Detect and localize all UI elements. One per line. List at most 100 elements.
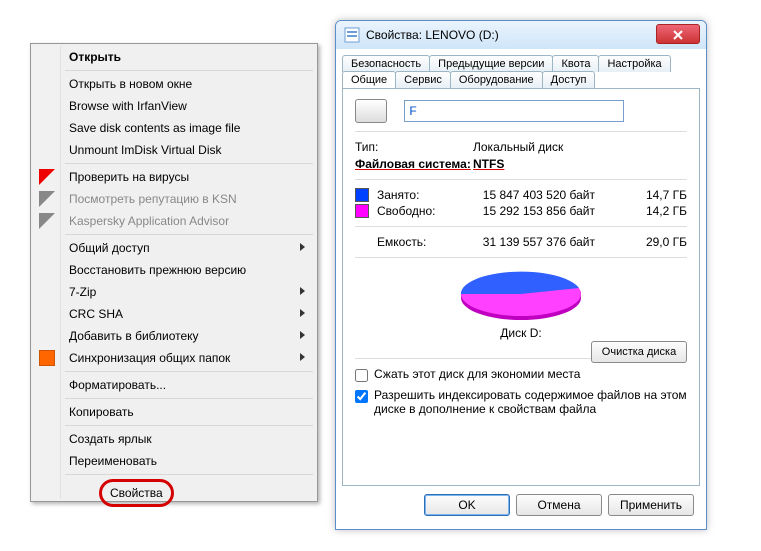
disk-cleanup-button[interactable]: Очистка диска [591,341,687,363]
menu-item[interactable]: Форматировать... [33,374,315,396]
used-bytes: 15 847 403 520 байт [455,188,595,202]
menu-item-label: Save disk contents as image file [69,121,240,135]
close-icon [673,30,683,40]
tab-Настройка[interactable]: Настройка [598,55,670,72]
submenu-arrow-icon [300,331,305,339]
capacity-gb: 29,0 ГБ [595,235,687,249]
menu-item[interactable]: Проверить на вирусы [33,166,315,188]
menu-item-label: Добавить в библиотеку [69,329,199,343]
capacity-bytes: 31 139 557 376 байт [455,235,595,249]
menu-separator [65,398,313,399]
used-gb: 14,7 ГБ [595,188,687,202]
menu-item-label: Проверить на вирусы [69,170,189,184]
submenu-arrow-icon [300,243,305,251]
tab-Сервис[interactable]: Сервис [395,71,451,88]
menu-item-label: Копировать [69,405,134,419]
free-bytes: 15 292 153 856 байт [455,204,595,218]
free-gb: 14,2 ГБ [595,204,687,218]
window-body: БезопасностьПредыдущие версииКвотаНастро… [342,55,700,523]
menu-item-label: Общий доступ [69,241,150,255]
compress-row: Сжать этот диск для экономии места [355,367,687,382]
menu-item[interactable]: Открыть [33,46,315,68]
tab-Безопасность[interactable]: Безопасность [342,55,430,72]
properties-icon [344,27,360,43]
tabs: БезопасностьПредыдущие версииКвотаНастро… [342,55,700,486]
index-row: Разрешить индексировать содержимое файло… [355,388,687,416]
menu-item-label: CRC SHA [69,307,123,321]
tab-Оборудование[interactable]: Оборудование [450,71,543,88]
dialog-buttons: OK Отмена Применить [342,486,700,516]
free-swatch [355,204,369,218]
apply-button[interactable]: Применить [608,494,694,516]
disk-usage-pie [446,266,596,324]
row-filesystem: Файловая система: NTFS [355,157,687,171]
type-value: Локальный диск [473,140,687,154]
menu-item[interactable]: Открыть в новом окне [33,73,315,95]
menu-item[interactable]: Синхронизация общих папок [33,347,315,369]
menu-item[interactable]: Копировать [33,401,315,423]
cancel-button[interactable]: Отмена [516,494,602,516]
compress-label: Сжать этот диск для экономии места [374,367,580,381]
used-label: Занято: [377,188,455,202]
used-swatch [355,188,369,202]
filesystem-value: NTFS [473,157,687,171]
menu-item[interactable]: CRC SHA [33,303,315,325]
drive-icon [355,99,387,123]
submenu-arrow-icon [300,353,305,361]
menu-separator [65,371,313,372]
kg-icon [39,191,55,207]
menu-item[interactable]: Переименовать [33,450,315,472]
disk-label: Диск D: [355,326,687,340]
menu-separator [65,163,313,164]
menu-item-label: Browse with IrfanView [69,99,187,113]
menu-item[interactable]: Unmount ImDisk Virtual Disk [33,139,315,161]
row-free: Свободно: 15 292 153 856 байт 14,2 ГБ [355,204,687,218]
tab-Доступ[interactable]: Доступ [542,71,596,88]
menu-item-properties[interactable]: Свойства [33,477,315,499]
submenu-arrow-icon [300,309,305,317]
filesystem-label: Файловая система: [355,157,473,171]
menu-separator [65,234,313,235]
compress-checkbox[interactable] [355,369,368,382]
volume-name-input[interactable] [404,100,624,122]
properties-window: Свойства: LENOVO (D:) БезопасностьПредыд… [335,20,707,530]
menu-item-label: Переименовать [69,454,157,468]
context-menu: Открыть Открыть в новом окне Browse with I… [30,43,318,502]
row-capacity: Емкость: 31 139 557 376 байт 29,0 ГБ [355,235,687,249]
menu-item[interactable]: Save disk contents as image file [33,117,315,139]
menu-item[interactable]: Browse with IrfanView [33,95,315,117]
capacity-label: Емкость: [377,235,455,249]
k-icon [39,169,55,185]
menu-item-label: Создать ярлык [69,432,152,446]
ok-button[interactable]: OK [424,494,510,516]
tab-panel-general: Тип: Локальный диск Файловая система: NT… [342,88,700,486]
s-icon [39,350,55,366]
row-used: Занято: 15 847 403 520 байт 14,7 ГБ [355,188,687,202]
menu-item-label: Unmount ImDisk Virtual Disk [69,143,221,157]
kg-icon [39,213,55,229]
tab-Общие[interactable]: Общие [342,71,396,88]
menu-item: Посмотреть репутацию в KSN [33,188,315,210]
index-checkbox[interactable] [355,390,368,403]
usage-table: Занято: 15 847 403 520 байт 14,7 ГБ Своб… [355,188,687,249]
submenu-arrow-icon [300,287,305,295]
titlebar[interactable]: Свойства: LENOVO (D:) [336,21,706,49]
tab-Квота[interactable]: Квота [552,55,599,72]
close-button[interactable] [656,24,700,44]
row-type: Тип: Локальный диск [355,140,687,154]
menu-item[interactable]: 7-Zip [33,281,315,303]
tab-Предыдущие версии[interactable]: Предыдущие версии [429,55,553,72]
menu-item[interactable]: Добавить в библиотеку [33,325,315,347]
menu-item-label: Восстановить прежнюю версию [69,263,246,277]
menu-item-label: Открыть [69,50,121,64]
index-label: Разрешить индексировать содержимое файло… [374,388,687,416]
menu-item[interactable]: Создать ярлык [33,428,315,450]
menu-item[interactable]: Общий доступ [33,237,315,259]
menu-item-label: Форматировать... [69,378,166,392]
menu-item-label: Kaspersky Application Advisor [69,214,229,228]
menu-item[interactable]: Восстановить прежнюю версию [33,259,315,281]
properties-highlight: Свойства [99,479,174,507]
menu-separator [65,425,313,426]
menu-item-label: Открыть в новом окне [69,77,192,91]
window-title: Свойства: LENOVO (D:) [366,28,706,42]
